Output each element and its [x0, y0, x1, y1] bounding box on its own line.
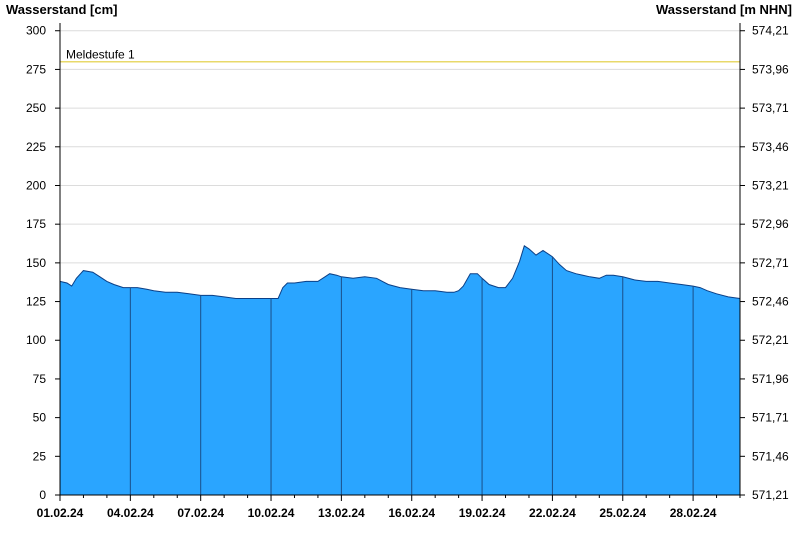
threshold-label: Meldestufe 1 — [66, 48, 135, 62]
x-tick-label: 25.02.24 — [599, 506, 646, 520]
y-tick-label-right: 573,46 — [752, 140, 789, 154]
y-tick-label-right: 571,21 — [752, 488, 789, 502]
x-tick-label: 16.02.24 — [388, 506, 435, 520]
plot-area — [59, 245, 741, 495]
y-tick-label-left: 200 — [26, 178, 46, 192]
y-tick-label-right: 572,96 — [752, 217, 789, 231]
y-tick-label-right: 572,46 — [752, 295, 789, 309]
y-tick-label-right: 572,71 — [752, 256, 789, 270]
y-tick-label-left: 300 — [26, 24, 46, 38]
x-tick-label: 28.02.24 — [670, 506, 717, 520]
x-tick-label: 04.02.24 — [107, 506, 154, 520]
y-axis-title-left: Wasserstand [cm] — [6, 2, 118, 17]
y-tick-label-right: 573,71 — [752, 101, 789, 115]
x-tick-label: 22.02.24 — [529, 506, 576, 520]
y-tick-label-left: 250 — [26, 101, 46, 115]
y-tick-label-right: 571,96 — [752, 372, 789, 386]
y-tick-label-left: 25 — [33, 449, 47, 463]
y-tick-label-left: 100 — [26, 333, 46, 347]
x-tick-label: 07.02.24 — [177, 506, 224, 520]
y-tick-label-left: 150 — [26, 256, 46, 270]
y-tick-label-left: 125 — [26, 295, 46, 309]
x-tick-label: 01.02.24 — [37, 506, 84, 520]
y-tick-label-left: 275 — [26, 62, 46, 76]
x-tick-label: 13.02.24 — [318, 506, 365, 520]
y-axis-title-right: Wasserstand [m NHN] — [656, 2, 792, 17]
y-tick-label-right: 572,21 — [752, 333, 789, 347]
y-tick-label-right: 574,21 — [752, 24, 789, 38]
y-tick-label-right: 573,21 — [752, 178, 789, 192]
water-level-chart: Wasserstand [cm] Wasserstand [m NHN] Mel… — [6, 2, 792, 520]
x-tick-label: 19.02.24 — [459, 506, 506, 520]
x-tick-label: 10.02.24 — [248, 506, 295, 520]
threshold-group: Meldestufe 1 — [60, 48, 740, 63]
y-tick-label-left: 225 — [26, 140, 46, 154]
y-tick-label-left: 50 — [33, 411, 47, 425]
y-tick-label-right: 571,46 — [752, 449, 789, 463]
y-tick-label-left: 0 — [39, 488, 46, 502]
y-tick-label-right: 573,96 — [752, 62, 789, 76]
y-tick-label-left: 175 — [26, 217, 46, 231]
y-tick-label-right: 571,71 — [752, 411, 789, 425]
series-area — [60, 245, 740, 495]
y-tick-label-left: 75 — [33, 372, 47, 386]
